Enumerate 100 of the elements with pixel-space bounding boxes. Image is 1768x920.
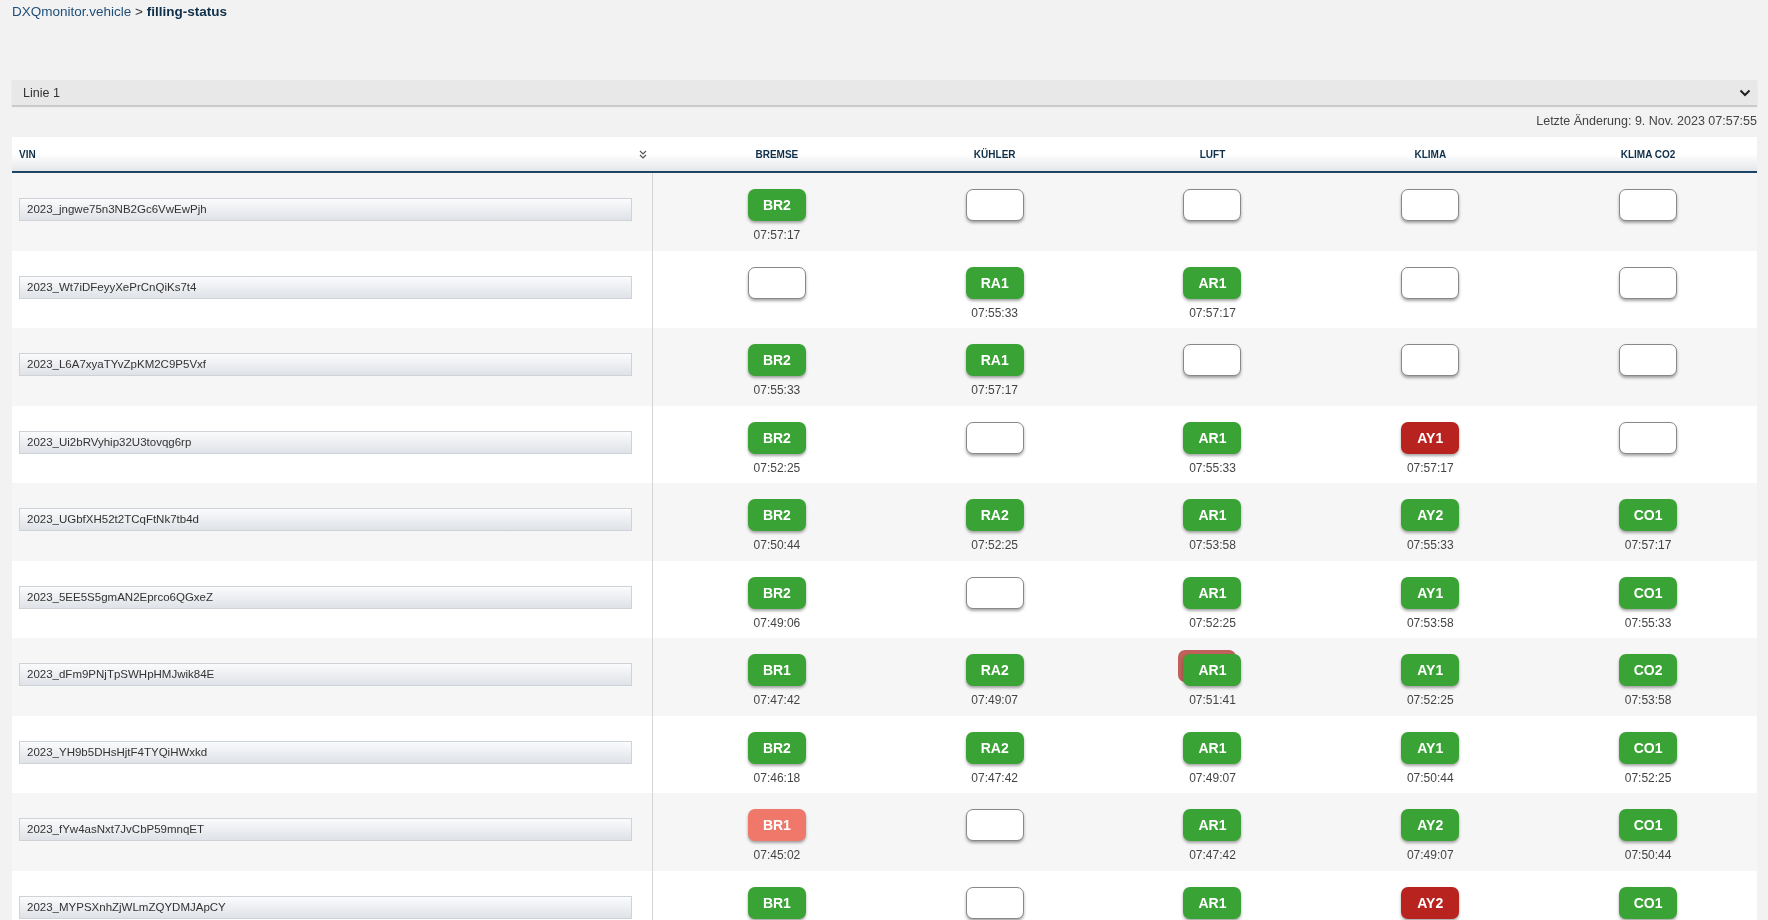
status-badge[interactable] [1619,189,1678,221]
status-badge[interactable] [1183,344,1242,376]
chevron-down-icon [1739,88,1751,97]
timestamp: 07:46:18 [753,770,801,785]
status-badge[interactable] [747,266,806,299]
status-badge[interactable]: BR1 [747,654,806,686]
timestamp: 07:52:25 [1189,615,1236,630]
status-badge[interactable]: AR1 [1183,266,1242,299]
status-badge[interactable]: CO1 [1619,499,1678,531]
column-header: VIN [19,148,36,160]
timestamp: 07:53:58 [1189,538,1236,552]
status-badge[interactable]: BR2 [747,499,806,531]
vin-field: 2023_Wt7iDFeyyXePrCnQiKs7t4 [19,275,632,299]
status-badge[interactable]: AY1 [1401,421,1460,454]
timestamp: 07:47:42 [1189,848,1236,862]
timestamp: 07:51:41 [1189,693,1236,707]
last-change-text: Letzte Änderung: 9. Nov. 2023 07:57:55 [1535,113,1757,130]
status-badge[interactable] [1619,266,1678,299]
status-badge[interactable] [1619,344,1678,376]
status-badge[interactable] [1401,189,1460,221]
status-badge[interactable]: RA1 [965,344,1024,376]
double-chevron-down-icon[interactable] [639,149,647,159]
status-badge[interactable]: AY2 [1401,499,1460,531]
timestamp: 07:52:25 [753,460,801,475]
status-badge[interactable]: CO1 [1619,809,1678,841]
column-header: LUFT [1199,148,1226,160]
vin-field: 2023_MYPSXnhZjWLmZQYDMJApCY [19,895,632,919]
timestamp: 07:50:44 [1406,770,1454,785]
status-badge[interactable]: CO2 [1619,654,1678,686]
status-badge[interactable]: AR1 [1183,654,1242,686]
vin-field: 2023_jngwe75n3NB2Gc6VwEwPjh [19,198,632,221]
status-badge[interactable]: AR1 [1183,421,1242,454]
status-badge[interactable]: AY2 [1401,809,1460,841]
vin-field: 2023_UGbfXH52t2TCqFtNk7tb4d [19,508,632,531]
timestamp: 07:55:33 [971,305,1019,320]
status-badge[interactable]: RA2 [965,654,1024,686]
vin-field: 2023_5EE5S5gmAN2Eprco6QGxeZ [19,585,632,609]
status-badge[interactable] [965,576,1024,609]
timestamp: 07:47:42 [971,770,1019,785]
status-badge[interactable]: BR2 [747,731,806,764]
timestamp: 07:52:25 [1406,693,1454,707]
timestamp: 07:49:07 [1189,770,1236,785]
status-badge[interactable]: AR1 [1183,809,1242,841]
timestamp: 07:57:17 [1624,538,1672,552]
timestamp: 07:55:33 [1189,460,1236,475]
status-badge[interactable]: AR1 [1183,886,1242,919]
status-badge[interactable]: CO1 [1619,731,1678,764]
status-badge[interactable]: CO1 [1619,576,1678,609]
timestamp: 07:53:58 [1624,693,1672,707]
status-badge[interactable]: BR1 [747,809,806,841]
timestamp: 07:47:42 [753,693,801,707]
line-select[interactable]: Linie 1 [12,80,1757,106]
timestamp: 07:49:06 [753,615,801,630]
status-badge[interactable]: BR2 [747,189,806,221]
status-badge[interactable]: RA1 [965,266,1024,299]
vin-field: 2023_dFm9PNjTpSWHpHMJwik84E [19,663,632,686]
timestamp: 07:52:25 [1624,770,1672,785]
status-badge[interactable]: CO1 [1619,886,1678,919]
status-badge[interactable] [1619,421,1678,454]
timestamp: 07:49:07 [971,693,1019,707]
status-badge[interactable] [1401,344,1460,376]
status-badge[interactable]: AR1 [1183,499,1242,531]
timestamp: 07:57:17 [753,228,801,242]
status-badge[interactable]: AY1 [1401,576,1460,609]
breadcrumb-current: filling-status [146,4,227,19]
timestamp: 07:57:17 [1406,460,1454,475]
vin-field: 2023_Ui2bRVyhip32U3tovqg6rp [19,430,632,454]
status-badge[interactable] [965,421,1024,454]
timestamp: 07:57:17 [1189,305,1236,320]
timestamp: 07:55:33 [753,383,801,397]
status-badge[interactable]: AY2 [1401,886,1460,919]
status-badge[interactable]: RA2 [965,499,1024,531]
column-header: KLIMA [1414,148,1447,160]
timestamp: 07:49:07 [1406,848,1454,862]
status-badge[interactable]: BR1 [747,886,806,919]
timestamp: 07:53:58 [1406,615,1454,630]
timestamp: 07:55:33 [1406,538,1454,552]
column-header: BREMSE [755,148,799,160]
timestamp: 07:55:33 [1624,615,1672,630]
status-badge[interactable] [965,886,1024,919]
status-badge[interactable] [965,809,1024,841]
status-badge[interactable] [1183,189,1242,221]
timestamp: 07:50:44 [1624,848,1672,862]
vin-field: 2023_L6A7xyaTYvZpKM2C9P5Vxf [19,353,632,376]
status-badge[interactable]: AR1 [1183,576,1242,609]
vin-field: 2023_fYw4asNxt7JvCbP59mnqET [19,818,632,841]
column-header: KLIMA CO2 [1620,148,1676,160]
status-badge[interactable]: BR2 [747,421,806,454]
status-badge[interactable]: AY1 [1401,731,1460,764]
status-badge[interactable] [965,189,1024,221]
status-badge[interactable]: AR1 [1183,731,1242,764]
breadcrumb-separator: > [135,4,143,19]
status-badge[interactable]: RA2 [965,731,1024,764]
column-header: KÜHLER [973,148,1016,160]
vin-field: 2023_YH9b5DHsHjtF4TYQiHWxkd [19,740,632,764]
breadcrumb-parent-link[interactable]: DXQmonitor.vehicle [12,4,132,19]
status-badge[interactable]: BR2 [747,344,806,376]
status-badge[interactable]: AY1 [1401,654,1460,686]
status-badge[interactable] [1401,266,1460,299]
status-badge[interactable]: BR2 [747,576,806,609]
